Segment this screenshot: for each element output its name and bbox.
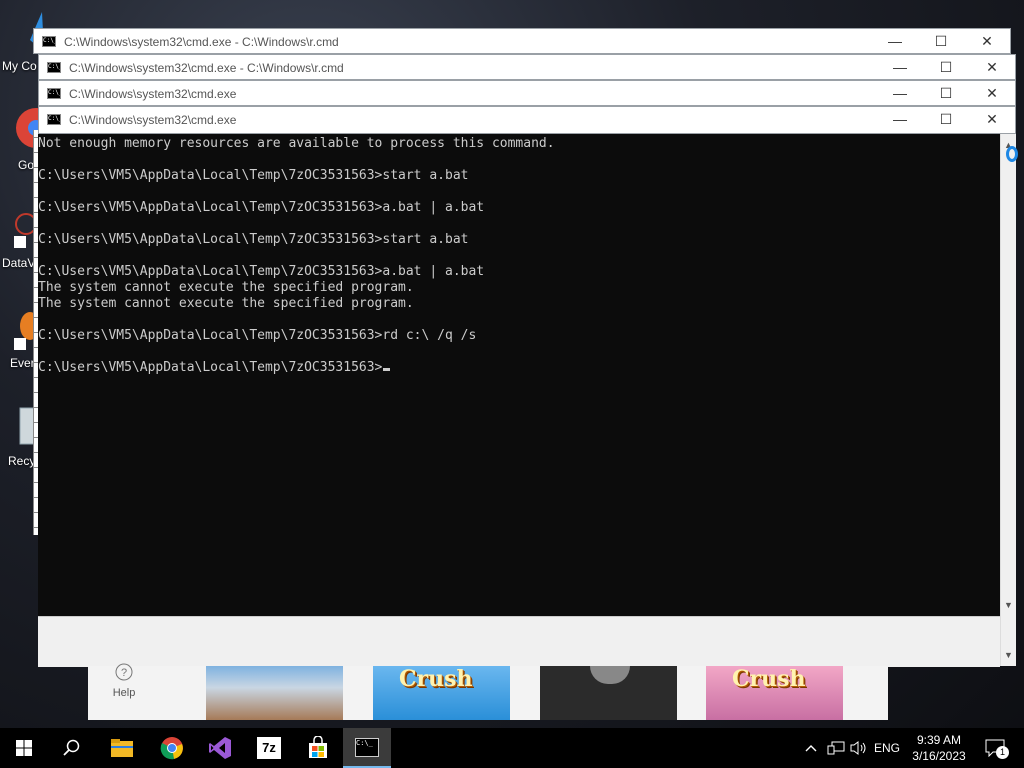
desktop-icon-label: My Co xyxy=(2,59,37,73)
maximize-button[interactable]: ☐ xyxy=(923,107,969,131)
desktop-icon-label: Recy xyxy=(8,454,36,468)
input-language-button[interactable]: ENG xyxy=(870,728,904,768)
visual-studio-button[interactable] xyxy=(196,728,244,768)
console-line: C:\Users\VM5\AppData\Local\Temp\7zOC3531… xyxy=(38,200,485,215)
console-line: C:\Users\VM5\AppData\Local\Temp\7zOC3531… xyxy=(38,264,485,279)
maximize-button[interactable]: ☐ xyxy=(918,29,964,53)
volume-icon xyxy=(850,741,866,755)
console-line: The system cannot execute the specified … xyxy=(38,296,414,311)
7zip-label: 7z xyxy=(262,740,276,755)
file-explorer-button[interactable] xyxy=(98,728,146,768)
action-center-button[interactable]: 1 xyxy=(978,728,1012,768)
help-label: Help xyxy=(112,687,136,699)
cmd-icon: C:\_ xyxy=(47,62,61,73)
clock-date: 3/16/2023 xyxy=(912,749,966,763)
window-title: C:\Windows\system32\cmd.exe - C:\Windows… xyxy=(69,61,344,75)
scroll-down-arrow-icon[interactable]: ▼ xyxy=(1004,650,1013,660)
window-titlebar-3[interactable]: C:\_ C:\Windows\system32\cmd.exe — ☐ ✕ xyxy=(38,80,1016,106)
desktop-icon-label: Ever xyxy=(10,356,35,370)
minimize-button[interactable]: — xyxy=(877,107,923,131)
window-title: C:\Windows\system32\cmd.exe - C:\Windows… xyxy=(64,35,339,49)
file-explorer-icon xyxy=(111,739,133,757)
console-prompt: C:\Users\VM5\AppData\Local\Temp\7zOC3531… xyxy=(38,360,383,375)
desktop-icon-label: DataV xyxy=(2,256,36,270)
show-hidden-icons-button[interactable] xyxy=(800,728,822,768)
window-lower-area xyxy=(38,616,1000,667)
candy-crush-logo: Crush xyxy=(399,666,473,692)
help-button[interactable]: ? Help xyxy=(100,663,148,716)
network-icon xyxy=(827,741,845,755)
window-titlebar-2[interactable]: C:\_ C:\Windows\system32\cmd.exe - C:\Wi… xyxy=(38,54,1016,80)
search-icon xyxy=(63,739,80,756)
taskbar: 7z C:\_ ENG 9:39 AM 3/16/2023 1 xyxy=(0,728,1024,768)
store-icon xyxy=(309,736,327,758)
candy-crush-saga-tile[interactable]: Crush xyxy=(706,666,843,720)
dark-game-tile[interactable] xyxy=(540,666,677,720)
close-button[interactable]: ✕ xyxy=(969,55,1015,79)
vertical-scrollbar[interactable]: ▲ ▼ ▼ xyxy=(1000,134,1016,666)
visual-studio-icon xyxy=(209,737,231,759)
clock-time: 9:39 AM xyxy=(916,733,962,747)
console-line: C:\Users\VM5\AppData\Local\Temp\7zOC3531… xyxy=(38,168,469,183)
candy-crush-saga-logo: Crush xyxy=(732,666,806,692)
scroll-down-arrow-icon[interactable]: ▼ xyxy=(1004,600,1013,610)
minimize-button[interactable]: — xyxy=(872,29,918,53)
volume-button[interactable] xyxy=(848,728,870,768)
store-button[interactable] xyxy=(294,728,342,768)
blue-ring-icon xyxy=(1006,146,1018,162)
cmd-icon: C:\_ xyxy=(42,36,56,47)
window-titlebar-4[interactable]: C:\_ C:\Windows\system32\cmd.exe — ☐ ✕ xyxy=(38,106,1016,134)
text-cursor xyxy=(383,368,391,371)
7zip-button[interactable]: 7z xyxy=(245,728,293,768)
windows-logo-icon xyxy=(16,740,32,756)
clock-button[interactable]: 9:39 AM 3/16/2023 xyxy=(904,728,974,768)
console-line: The system cannot execute the specified … xyxy=(38,280,414,295)
minimize-button[interactable]: — xyxy=(877,55,923,79)
console-output[interactable]: Not enough memory resources are availabl… xyxy=(38,134,1000,616)
console-line: Not enough memory resources are availabl… xyxy=(38,136,555,151)
close-button[interactable]: ✕ xyxy=(969,107,1015,131)
chrome-icon xyxy=(160,737,183,760)
window-titlebar-1[interactable]: C:\_ C:\Windows\system32\cmd.exe - C:\Wi… xyxy=(33,28,1011,54)
cmd-icon: C:\_ xyxy=(47,114,61,125)
maximize-button[interactable]: ☐ xyxy=(923,81,969,105)
search-button[interactable] xyxy=(48,728,96,768)
start-button[interactable] xyxy=(0,728,48,768)
maximize-button[interactable]: ☐ xyxy=(923,55,969,79)
notification-count-badge: 1 xyxy=(996,746,1009,759)
chevron-up-icon xyxy=(805,745,817,752)
minimize-button[interactable]: — xyxy=(877,81,923,105)
network-button[interactable] xyxy=(824,728,848,768)
roblox-tile[interactable] xyxy=(206,666,343,720)
help-icon: ? xyxy=(115,663,133,681)
console-line: C:\Users\VM5\AppData\Local\Temp\7zOC3531… xyxy=(38,232,469,247)
cmd-taskbar-button[interactable]: C:\_ xyxy=(343,728,391,768)
7zip-icon: 7z xyxy=(257,737,281,759)
console-prompt-line: C:\Users\VM5\AppData\Local\Temp\7zOC3531… xyxy=(38,360,391,376)
chrome-button[interactable] xyxy=(148,728,196,768)
close-button[interactable]: ✕ xyxy=(964,29,1010,53)
candy-crush-tile[interactable]: Crush xyxy=(373,666,510,720)
window-title: C:\Windows\system32\cmd.exe xyxy=(69,87,237,101)
cmd-icon: C:\_ xyxy=(47,88,61,99)
svg-text:?: ? xyxy=(121,667,127,679)
dark-game-figure xyxy=(590,666,630,684)
close-button[interactable]: ✕ xyxy=(969,81,1015,105)
cmd-icon: C:\_ xyxy=(355,737,379,757)
window-title: C:\Windows\system32\cmd.exe xyxy=(69,113,237,127)
console-line: C:\Users\VM5\AppData\Local\Temp\7zOC3531… xyxy=(38,328,477,343)
